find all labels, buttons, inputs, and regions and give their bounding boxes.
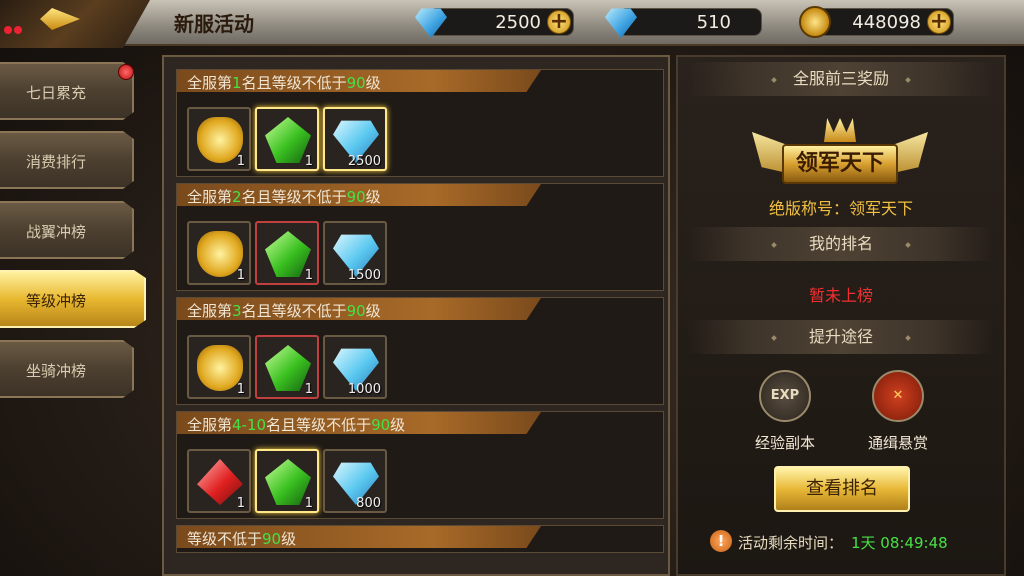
event-timer: ! 活动剩余时间： 1天 08:49:48 <box>710 530 990 554</box>
diamond-amount: 2500 <box>495 12 541 33</box>
gold-coin-icon <box>799 6 831 38</box>
exp-dungeon-label[interactable]: 经验副本 <box>740 432 830 453</box>
alert-icon: ! <box>710 530 732 552</box>
reward-slot[interactable]: 1500 <box>323 221 387 285</box>
notification-dot-icon <box>118 64 134 80</box>
reward-row: 等级不低于90级 <box>176 525 664 553</box>
sidebar-item-wing-rank[interactable]: 战翼冲榜 <box>0 201 134 259</box>
reward-row: 全服第1名且等级不低于90级 1 1 2500 <box>176 69 664 177</box>
reward-slot[interactable]: 1 <box>255 335 319 399</box>
logo-dot-icon <box>14 26 22 34</box>
reward-slot[interactable]: 1 <box>187 107 251 171</box>
reward-row: 全服第3名且等级不低于90级 1 1 1000 <box>176 297 664 405</box>
gold-currency: 448098 + <box>799 6 954 38</box>
title-badge-icon: 领军天下 <box>752 118 928 190</box>
page-title: 新服活动 <box>174 12 254 36</box>
add-gold-button[interactable]: + <box>927 10 951 34</box>
bounty-label[interactable]: 通缉悬赏 <box>853 432 943 453</box>
exclusive-title-text: 绝版称号：领军天下 <box>768 199 913 218</box>
diamond-currency: 2500 + <box>415 8 574 38</box>
reward-slot[interactable]: 1 <box>187 335 251 399</box>
sidebar-item-label: 战翼冲榜 <box>26 223 87 241</box>
reward-slot[interactable]: 1 <box>187 221 251 285</box>
crown-icon <box>824 118 856 142</box>
reward-slot[interactable]: 2500 <box>323 107 387 171</box>
bounty-icon[interactable]: ✕ <box>872 370 924 422</box>
gold-amount: 448098 <box>852 12 921 33</box>
top3-rewards-header: 全服前三奖励 <box>688 62 994 96</box>
locked-diamond-amount: 510 <box>696 12 731 33</box>
exp-dungeon-icon[interactable]: EXP <box>759 370 811 422</box>
reward-slot[interactable]: 1 <box>255 107 319 171</box>
reward-row: 全服第4-10名且等级不低于90级 1 1 800 <box>176 411 664 519</box>
reward-condition: 等级不低于90级 <box>177 526 541 548</box>
add-diamond-button[interactable]: + <box>547 10 571 34</box>
reward-slot[interactable]: 1 <box>255 221 319 285</box>
reward-row: 全服第2名且等级不低于90级 1 1 1500 <box>176 183 664 291</box>
sidebar-item-level-rank[interactable]: 等级冲榜 <box>0 270 146 328</box>
logo-dot-icon <box>4 26 12 34</box>
reward-condition: 全服第4-10名且等级不低于90级 <box>177 412 541 434</box>
timer-label: 活动剩余时间： <box>738 534 844 552</box>
reward-slot[interactable]: 1000 <box>323 335 387 399</box>
sidebar-item-spending-rank[interactable]: 消费排行 <box>0 131 134 189</box>
logo-gem-icon <box>40 8 80 30</box>
sidebar-item-label: 坐骑冲榜 <box>26 362 87 380</box>
game-screen: 新服活动 2500 + 510 448098 + 七日累充 消费排行 战翼冲榜 … <box>0 0 1024 576</box>
sidebar-item-recharge[interactable]: 七日累充 <box>0 62 134 120</box>
sidebar-item-label: 消费排行 <box>26 153 87 171</box>
reward-condition: 全服第2名且等级不低于90级 <box>177 184 541 206</box>
reward-slot[interactable]: 1 <box>187 449 251 513</box>
my-rank-header: 我的排名 <box>688 227 994 261</box>
title-badge-text: 领军天下 <box>782 144 898 184</box>
timer-value: 1天 08:49:48 <box>851 534 948 552</box>
reward-slot[interactable]: 1 <box>255 449 319 513</box>
locked-diamond-currency: 510 <box>605 8 762 38</box>
improve-header: 提升途径 <box>688 320 994 354</box>
my-rank-value: 暂未上榜 <box>808 286 873 305</box>
sidebar-item-mount-rank[interactable]: 坐骑冲榜 <box>0 340 134 398</box>
sidebar-item-label: 七日累充 <box>26 84 87 102</box>
sidebar-item-label: 等级冲榜 <box>26 292 87 310</box>
reward-slot[interactable]: 800 <box>323 449 387 513</box>
reward-condition: 全服第1名且等级不低于90级 <box>177 70 541 92</box>
reward-condition: 全服第3名且等级不低于90级 <box>177 298 541 320</box>
view-ranking-button[interactable]: 查看排名 <box>774 466 910 512</box>
